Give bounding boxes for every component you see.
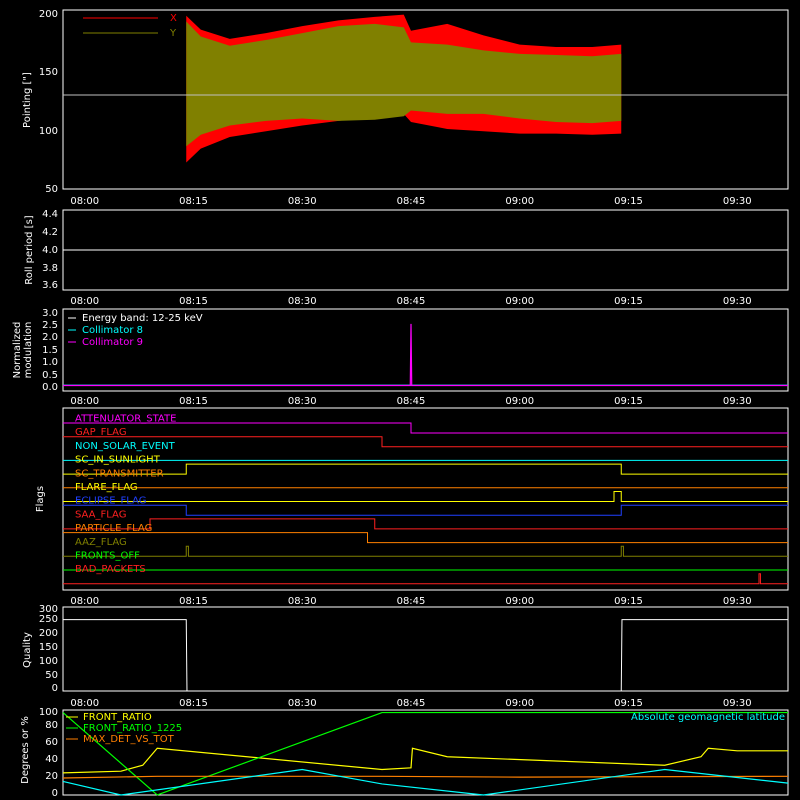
deg-legend-front-ratio-1225: FRONT_RATIO_1225 xyxy=(83,723,182,734)
quality-ytick: 0 xyxy=(52,683,58,694)
time-tick-label: 09:15 xyxy=(614,296,643,307)
deg-ytick: 0 xyxy=(52,788,58,799)
flag-label: FLARE_FLAG xyxy=(75,482,138,493)
flag-label: SC_IN_SUNLIGHT xyxy=(75,455,161,466)
time-tick-label: 08:30 xyxy=(288,698,317,709)
pointing-ylabel: Pointing ["] xyxy=(22,72,33,128)
time-tick-label: 09:00 xyxy=(505,296,534,307)
deg-ytick: 40 xyxy=(45,754,58,765)
time-tick-label: 08:30 xyxy=(288,396,317,407)
mod-ytick: 0.5 xyxy=(42,370,58,381)
time-tick-label: 08:00 xyxy=(70,698,99,709)
mod-legend-coll9: Collimator 9 xyxy=(82,337,143,348)
flag-label: SAA_FLAG xyxy=(75,509,126,520)
time-tick-label: 08:45 xyxy=(397,596,426,607)
time-tick-label: 09:30 xyxy=(723,196,752,207)
time-tick-label: 08:00 xyxy=(70,196,99,207)
pointing-ytick: 100 xyxy=(39,126,58,137)
time-tick-label: 08:15 xyxy=(179,396,208,407)
time-tick-label: 08:00 xyxy=(70,596,99,607)
deg-legend-max-det: MAX_DET_VS_TOT xyxy=(83,734,175,745)
mod-ylabel: modulation xyxy=(23,322,34,379)
time-tick-label: 08:45 xyxy=(397,196,426,207)
roll-ytick: 4.2 xyxy=(42,227,58,238)
time-tick-label: 08:30 xyxy=(288,296,317,307)
roll-ytick: 3.6 xyxy=(42,280,58,291)
roll-ytick: 3.8 xyxy=(42,263,58,274)
quality-ytick: 300 xyxy=(39,604,58,615)
mod-ytick: 3.0 xyxy=(42,308,58,319)
mod-ytick: 1.0 xyxy=(42,357,58,368)
time-tick-label: 08:30 xyxy=(288,196,317,207)
quality-ytick: 100 xyxy=(39,656,58,667)
deg-legend-geomag: Absolute geomagnetic latitude xyxy=(631,712,785,723)
flags-ylabel: Flags xyxy=(35,486,46,512)
pointing-ytick: 200 xyxy=(39,9,58,20)
flag-label: AAZ_FLAG xyxy=(75,537,127,548)
quality-ylabel: Quality xyxy=(22,632,33,668)
roll-ylabel: Roll period [s] xyxy=(24,215,35,284)
quality-ytick: 50 xyxy=(45,670,58,681)
deg-ytick: 100 xyxy=(39,707,58,718)
mod-legend-coll8: Collimator 8 xyxy=(82,325,143,336)
legend-label-x: X xyxy=(170,13,177,24)
time-tick-label: 09:00 xyxy=(505,596,534,607)
roll-ytick: 4.4 xyxy=(42,209,58,220)
mod-ytick: 2.0 xyxy=(42,332,58,343)
time-tick-label: 09:15 xyxy=(614,596,643,607)
mod-ytick: 2.5 xyxy=(42,320,58,331)
deg-ylabel: Degrees or % xyxy=(20,716,31,784)
time-tick-label: 09:30 xyxy=(723,698,752,709)
quality-ytick: 250 xyxy=(39,614,58,625)
chart-canvas: 50 100 150 200 Pointing ["] X Y 08:00 08:… xyxy=(0,0,800,800)
mod-ytick: 1.5 xyxy=(42,345,58,356)
quality-ytick: 150 xyxy=(39,642,58,653)
time-tick-label: 08:00 xyxy=(70,396,99,407)
time-tick-label: 08:30 xyxy=(288,596,317,607)
time-tick-label: 08:15 xyxy=(179,296,208,307)
pointing-ytick: 50 xyxy=(45,184,58,195)
legend-label-y: Y xyxy=(169,28,177,39)
time-tick-label: 08:45 xyxy=(397,698,426,709)
time-tick-label: 08:15 xyxy=(179,698,208,709)
time-tick-label: 09:30 xyxy=(723,596,752,607)
time-tick-label: 09:00 xyxy=(505,196,534,207)
pointing-ytick: 150 xyxy=(39,67,58,78)
time-tick-label: 08:15 xyxy=(179,196,208,207)
mod-ytick: 0.0 xyxy=(42,382,58,393)
time-tick-label: 09:00 xyxy=(505,698,534,709)
time-tick-label: 09:15 xyxy=(614,698,643,709)
deg-ytick: 20 xyxy=(45,771,58,782)
flag-label: SC_TRANSMITTER xyxy=(75,468,164,479)
deg-legend-front-ratio: FRONT_RATIO xyxy=(83,712,152,723)
deg-ytick: 60 xyxy=(45,737,58,748)
deg-ytick: 80 xyxy=(45,720,58,731)
flag-label: BAD_PACKETS xyxy=(75,564,146,575)
quality-ytick: 200 xyxy=(39,628,58,639)
mod-ylabel: Normalized xyxy=(12,322,23,379)
time-tick-label: 09:30 xyxy=(723,396,752,407)
time-tick-label: 09:00 xyxy=(505,396,534,407)
roll-ytick: 4.0 xyxy=(42,245,58,256)
mod-legend-energy: Energy band: 12-25 keV xyxy=(82,313,203,324)
time-tick-label: 08:45 xyxy=(397,396,426,407)
time-tick-label: 08:15 xyxy=(179,596,208,607)
time-tick-label: 08:00 xyxy=(70,296,99,307)
flag-label: FRONTS_OFF xyxy=(75,551,140,562)
time-tick-label: 08:45 xyxy=(397,296,426,307)
time-tick-label: 09:15 xyxy=(614,396,643,407)
time-tick-label: 09:30 xyxy=(723,296,752,307)
flag-label: NON_SOLAR_EVENT xyxy=(75,441,176,452)
time-tick-label: 09:15 xyxy=(614,196,643,207)
